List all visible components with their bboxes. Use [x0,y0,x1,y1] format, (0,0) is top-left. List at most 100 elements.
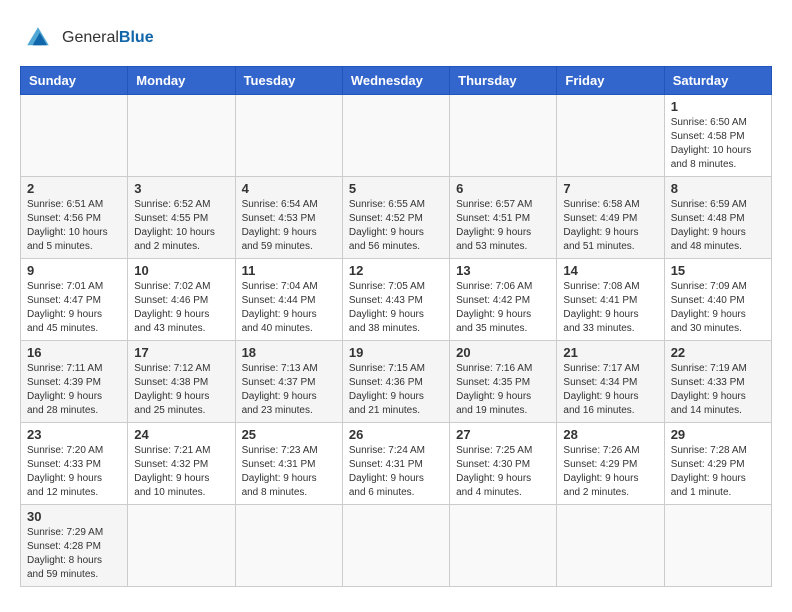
calendar-cell: 16 Sunrise: 7:11 AM Sunset: 4:39 PM Dayli… [21,341,128,423]
calendar-cell [235,95,342,177]
day-info: Sunrise: 6:51 AM Sunset: 4:56 PM Dayligh… [27,198,121,254]
calendar-cell: 27 Sunrise: 7:25 AM Sunset: 4:30 PM Dayli… [450,423,557,505]
calendar-cell: 14 Sunrise: 7:08 AM Sunset: 4:41 PM Dayli… [557,259,664,341]
day-info: Sunrise: 7:26 AM Sunset: 4:29 PM Dayligh… [563,444,657,500]
calendar-cell: 2 Sunrise: 6:51 AM Sunset: 4:56 PM Daylig… [21,177,128,259]
day-info: Sunrise: 7:17 AM Sunset: 4:34 PM Dayligh… [563,362,657,418]
day-number: 6 [456,181,550,196]
calendar-cell [235,505,342,587]
day-number: 27 [456,427,550,442]
calendar-cell: 9 Sunrise: 7:01 AM Sunset: 4:47 PM Daylig… [21,259,128,341]
day-info: Sunrise: 7:13 AM Sunset: 4:37 PM Dayligh… [242,362,336,418]
calendar-cell: 18 Sunrise: 7:13 AM Sunset: 4:37 PM Dayli… [235,341,342,423]
calendar-cell [664,505,771,587]
day-info: Sunrise: 6:57 AM Sunset: 4:51 PM Dayligh… [456,198,550,254]
day-info: Sunrise: 7:20 AM Sunset: 4:33 PM Dayligh… [27,444,121,500]
day-info: Sunrise: 7:08 AM Sunset: 4:41 PM Dayligh… [563,280,657,336]
calendar-cell: 29Sunrise: 7:28 AM Sunset: 4:29 PM Dayli… [664,423,771,505]
weekday-header-monday: Monday [128,67,235,95]
weekday-header-saturday: Saturday [664,67,771,95]
calendar-cell: 12 Sunrise: 7:05 AM Sunset: 4:43 PM Dayli… [342,259,449,341]
calendar-cell [557,95,664,177]
calendar-cell: 19Sunrise: 7:15 AM Sunset: 4:36 PM Dayli… [342,341,449,423]
day-info: Sunrise: 7:23 AM Sunset: 4:31 PM Dayligh… [242,444,336,500]
generalblue-logo-icon [20,20,56,56]
calendar-cell [450,95,557,177]
day-info: Sunrise: 7:09 AM Sunset: 4:40 PM Dayligh… [671,280,765,336]
day-info: Sunrise: 7:21 AM Sunset: 4:32 PM Dayligh… [134,444,228,500]
day-info: Sunrise: 7:02 AM Sunset: 4:46 PM Dayligh… [134,280,228,336]
calendar-cell: 3Sunrise: 6:52 AM Sunset: 4:55 PM Daylig… [128,177,235,259]
calendar-cell: 24 Sunrise: 7:21 AM Sunset: 4:32 PM Dayli… [128,423,235,505]
calendar-cell: 26 Sunrise: 7:24 AM Sunset: 4:31 PM Dayli… [342,423,449,505]
day-info: Sunrise: 7:16 AM Sunset: 4:35 PM Dayligh… [456,362,550,418]
day-number: 5 [349,181,443,196]
day-info: Sunrise: 7:25 AM Sunset: 4:30 PM Dayligh… [456,444,550,500]
calendar-cell: 20 Sunrise: 7:16 AM Sunset: 4:35 PM Dayli… [450,341,557,423]
day-number: 22 [671,345,765,360]
day-number: 26 [349,427,443,442]
day-number: 12 [349,263,443,278]
weekday-header-tuesday: Tuesday [235,67,342,95]
day-number: 8 [671,181,765,196]
day-number: 28 [563,427,657,442]
calendar-cell: 30 Sunrise: 7:29 AM Sunset: 4:28 PM Dayli… [21,505,128,587]
calendar-cell: 1Sunrise: 6:50 AM Sunset: 4:58 PM Daylig… [664,95,771,177]
weekday-header-sunday: Sunday [21,67,128,95]
calendar-cell: 13Sunrise: 7:06 AM Sunset: 4:42 PM Dayli… [450,259,557,341]
weekday-header-thursday: Thursday [450,67,557,95]
day-number: 29 [671,427,765,442]
day-number: 20 [456,345,550,360]
day-info: Sunrise: 7:29 AM Sunset: 4:28 PM Dayligh… [27,526,121,582]
day-number: 2 [27,181,121,196]
calendar-cell: 6 Sunrise: 6:57 AM Sunset: 4:51 PM Daylig… [450,177,557,259]
calendar-cell: 15 Sunrise: 7:09 AM Sunset: 4:40 PM Dayli… [664,259,771,341]
day-number: 17 [134,345,228,360]
calendar-week-row: 1Sunrise: 6:50 AM Sunset: 4:58 PM Daylig… [21,95,772,177]
calendar-week-row: 23 Sunrise: 7:20 AM Sunset: 4:33 PM Dayli… [21,423,772,505]
calendar-cell: 5 Sunrise: 6:55 AM Sunset: 4:52 PM Daylig… [342,177,449,259]
day-info: Sunrise: 7:05 AM Sunset: 4:43 PM Dayligh… [349,280,443,336]
weekday-header-friday: Friday [557,67,664,95]
weekday-header-row: SundayMondayTuesdayWednesdayThursdayFrid… [21,67,772,95]
calendar-cell: 7Sunrise: 6:58 AM Sunset: 4:49 PM Daylig… [557,177,664,259]
calendar-cell [128,505,235,587]
day-info: Sunrise: 6:52 AM Sunset: 4:55 PM Dayligh… [134,198,228,254]
calendar-cell: 22 Sunrise: 7:19 AM Sunset: 4:33 PM Dayli… [664,341,771,423]
day-number: 30 [27,509,121,524]
day-number: 23 [27,427,121,442]
logo-text: GeneralBlue [62,29,154,47]
calendar-cell: 4Sunrise: 6:54 AM Sunset: 4:53 PM Daylig… [235,177,342,259]
day-info: Sunrise: 6:59 AM Sunset: 4:48 PM Dayligh… [671,198,765,254]
calendar-week-row: 2 Sunrise: 6:51 AM Sunset: 4:56 PM Daylig… [21,177,772,259]
calendar-cell: 23 Sunrise: 7:20 AM Sunset: 4:33 PM Dayli… [21,423,128,505]
day-info: Sunrise: 7:11 AM Sunset: 4:39 PM Dayligh… [27,362,121,418]
day-number: 7 [563,181,657,196]
day-number: 9 [27,263,121,278]
calendar-cell [342,95,449,177]
calendar-cell: 28 Sunrise: 7:26 AM Sunset: 4:29 PM Dayli… [557,423,664,505]
day-number: 15 [671,263,765,278]
calendar-cell: 21Sunrise: 7:17 AM Sunset: 4:34 PM Dayli… [557,341,664,423]
calendar-week-row: 16 Sunrise: 7:11 AM Sunset: 4:39 PM Dayli… [21,341,772,423]
calendar-cell: 17Sunrise: 7:12 AM Sunset: 4:38 PM Dayli… [128,341,235,423]
day-info: Sunrise: 7:06 AM Sunset: 4:42 PM Dayligh… [456,280,550,336]
day-info: Sunrise: 7:01 AM Sunset: 4:47 PM Dayligh… [27,280,121,336]
page-header: GeneralBlue [20,20,772,56]
weekday-header-wednesday: Wednesday [342,67,449,95]
calendar-cell: 25Sunrise: 7:23 AM Sunset: 4:31 PM Dayli… [235,423,342,505]
calendar-cell [21,95,128,177]
day-number: 11 [242,263,336,278]
calendar-cell: 10Sunrise: 7:02 AM Sunset: 4:46 PM Dayli… [128,259,235,341]
day-info: Sunrise: 7:24 AM Sunset: 4:31 PM Dayligh… [349,444,443,500]
day-number: 18 [242,345,336,360]
day-info: Sunrise: 7:19 AM Sunset: 4:33 PM Dayligh… [671,362,765,418]
day-number: 16 [27,345,121,360]
calendar-table: SundayMondayTuesdayWednesdayThursdayFrid… [20,66,772,587]
day-number: 14 [563,263,657,278]
day-number: 24 [134,427,228,442]
calendar-cell [450,505,557,587]
day-info: Sunrise: 6:54 AM Sunset: 4:53 PM Dayligh… [242,198,336,254]
calendar-week-row: 30 Sunrise: 7:29 AM Sunset: 4:28 PM Dayli… [21,505,772,587]
day-info: Sunrise: 6:55 AM Sunset: 4:52 PM Dayligh… [349,198,443,254]
